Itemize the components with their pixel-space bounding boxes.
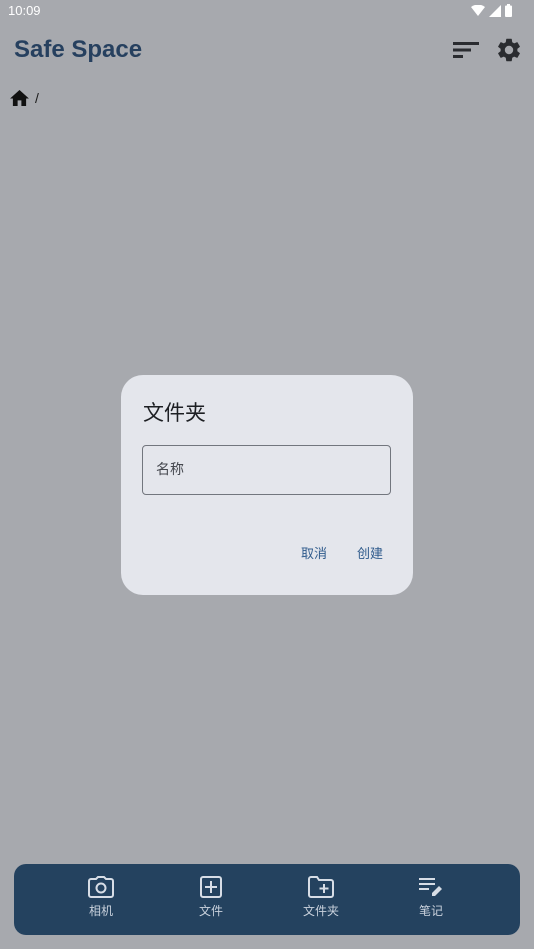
- status-icons: [471, 4, 512, 17]
- cancel-button[interactable]: 取消: [301, 543, 327, 562]
- breadcrumb-separator: /: [35, 90, 39, 106]
- gear-icon: [495, 36, 523, 64]
- status-time: 10:09: [8, 3, 41, 18]
- add-box-icon: [200, 876, 222, 898]
- nav-label-file: 文件: [198, 904, 223, 918]
- breadcrumb: /: [10, 87, 39, 109]
- nav-item-camera[interactable]: 相机: [61, 876, 141, 919]
- app-screen: 10:09 Safe Space / 文件夹 名称 取消 创建 相机 文件 文件…: [0, 0, 534, 949]
- dialog-title: 文件夹: [143, 401, 206, 425]
- status-bar: 10:09: [0, 0, 534, 22]
- create-button[interactable]: 创建: [357, 543, 383, 562]
- edit-note-icon: [418, 876, 444, 898]
- app-bar: Safe Space: [0, 28, 534, 72]
- nav-label-camera: 相机: [88, 904, 113, 918]
- camera-icon: [88, 876, 114, 898]
- nav-item-note[interactable]: 笔记: [391, 876, 471, 919]
- wifi-icon: [471, 4, 485, 17]
- dialog-actions: 取消 创建: [301, 543, 383, 562]
- nav-item-folder[interactable]: 文件夹: [281, 876, 361, 919]
- create-folder-dialog: 文件夹 取消 创建: [121, 375, 413, 595]
- folder-name-field: [142, 445, 391, 495]
- sort-icon: [453, 41, 479, 59]
- nav-label-folder: 文件夹: [302, 904, 339, 918]
- folder-name-input[interactable]: [143, 446, 390, 494]
- home-icon[interactable]: [10, 89, 29, 107]
- nav-item-file[interactable]: 文件: [171, 876, 251, 919]
- battery-icon: [505, 4, 512, 17]
- settings-button[interactable]: [493, 34, 525, 66]
- nav-label-note: 笔记: [418, 904, 443, 918]
- app-title: Safe Space: [14, 36, 143, 63]
- bottom-navigation: 相机 文件 文件夹 笔记: [14, 864, 520, 935]
- create-folder-icon: [308, 876, 334, 898]
- sort-button[interactable]: [450, 36, 482, 64]
- signal-icon: [489, 4, 501, 17]
